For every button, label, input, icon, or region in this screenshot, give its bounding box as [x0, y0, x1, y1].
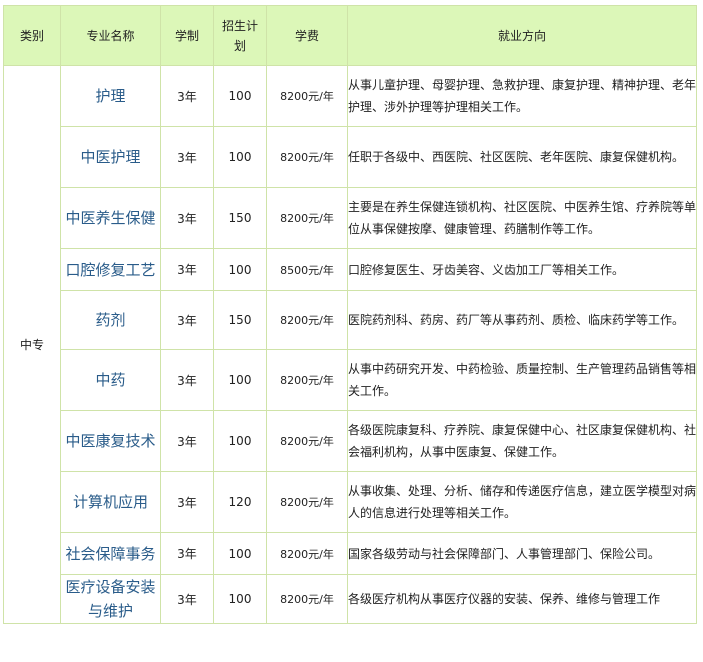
major-name: 中医护理 — [60, 126, 161, 188]
quota-cell: 100 — [213, 248, 267, 291]
duration-cell: 3年 — [160, 290, 214, 350]
header-duration: 学制 — [160, 5, 214, 66]
career-cell: 各级医疗机构从事医疗仪器的安装、保养、维修与管理工作 — [347, 574, 697, 624]
fee-cell: 8200元/年 — [266, 471, 348, 533]
duration-cell: 3年 — [160, 65, 214, 127]
duration-cell: 3年 — [160, 410, 214, 472]
quota-cell: 100 — [213, 65, 267, 127]
table-row: 社会保障事务 3年 100 8200元/年 国家各级劳动与社会保障部门、人事管理… — [4, 532, 697, 575]
major-name: 中医养生保健 — [60, 187, 161, 249]
duration-cell: 3年 — [160, 532, 214, 575]
quota-cell: 100 — [213, 349, 267, 411]
quota-cell: 150 — [213, 290, 267, 350]
career-cell: 国家各级劳动与社会保障部门、人事管理部门、保险公司。 — [347, 532, 697, 575]
quota-cell: 150 — [213, 187, 267, 249]
table-row: 中药 3年 100 8200元/年 从事中药研究开发、中药检验、质量控制、生产管… — [4, 349, 697, 411]
major-name: 护理 — [60, 65, 161, 127]
career-cell: 主要是在养生保健连锁机构、社区医院、中医养生馆、疗养院等单位从事保健按摩、健康管… — [347, 187, 697, 249]
major-name: 计算机应用 — [60, 471, 161, 533]
major-name: 中药 — [60, 349, 161, 411]
quota-cell: 120 — [213, 471, 267, 533]
duration-cell: 3年 — [160, 574, 214, 624]
header-quota-label: 招生计划 — [222, 18, 259, 53]
fee-cell: 8200元/年 — [266, 187, 348, 249]
career-cell: 从事儿童护理、母婴护理、急救护理、康复护理、精神护理、老年护理、涉外护理等护理相… — [347, 65, 697, 127]
table-row: 药剂 3年 150 8200元/年 医院药剂科、药房、药厂等从事药剂、质检、临床… — [4, 290, 697, 350]
header-quota: 招生计划 — [213, 5, 267, 66]
table-row: 中专 护理 3年 100 8200元/年 从事儿童护理、母婴护理、急救护理、康复… — [3, 65, 697, 624]
quota-cell: 100 — [213, 126, 267, 188]
career-cell: 从事中药研究开发、中药检验、质量控制、生产管理药品销售等相关工作。 — [347, 349, 697, 411]
major-name: 口腔修复工艺 — [60, 248, 161, 291]
career-cell: 从事收集、处理、分析、储存和传递医疗信息，建立医学模型对病人的信息进行处理等相关… — [347, 471, 697, 533]
major-name: 社会保障事务 — [60, 532, 161, 575]
duration-cell: 3年 — [160, 471, 214, 533]
career-cell: 任职于各级中、西医院、社区医院、老年医院、康复保健机构。 — [347, 126, 697, 188]
quota-cell: 100 — [213, 410, 267, 472]
header-category: 类别 — [3, 5, 61, 66]
table-row: 医疗设备安装与维护 3年 100 8200元/年 各级医疗机构从事医疗仪器的安装… — [4, 574, 697, 624]
category-cell: 中专 — [3, 65, 61, 624]
fee-cell: 8200元/年 — [266, 290, 348, 350]
duration-cell: 3年 — [160, 349, 214, 411]
major-name: 药剂 — [60, 290, 161, 350]
duration-cell: 3年 — [160, 126, 214, 188]
duration-cell: 3年 — [160, 248, 214, 291]
fee-cell: 8200元/年 — [266, 65, 348, 127]
career-cell: 口腔修复医生、牙齿美容、义齿加工厂等相关工作。 — [347, 248, 697, 291]
fee-cell: 8200元/年 — [266, 410, 348, 472]
career-cell: 各级医院康复科、疗养院、康复保健中心、社区康复保健机构、社会福利机构，从事中医康… — [347, 410, 697, 472]
table-row: 中医康复技术 3年 100 8200元/年 各级医院康复科、疗养院、康复保健中心… — [4, 410, 697, 472]
fee-cell: 8200元/年 — [266, 532, 348, 575]
quota-cell: 100 — [213, 574, 267, 624]
career-cell: 医院药剂科、药房、药厂等从事药剂、质检、临床药学等工作。 — [347, 290, 697, 350]
table-row: 中医护理 3年 100 8200元/年 任职于各级中、西医院、社区医院、老年医院… — [4, 126, 697, 188]
table-row: 计算机应用 3年 120 8200元/年 从事收集、处理、分析、储存和传递医疗信… — [4, 471, 697, 533]
major-name: 中医康复技术 — [60, 410, 161, 472]
fee-cell: 8200元/年 — [266, 349, 348, 411]
duration-cell: 3年 — [160, 187, 214, 249]
fee-cell: 8500元/年 — [266, 248, 348, 291]
major-name: 医疗设备安装与维护 — [60, 574, 161, 624]
table-row: 口腔修复工艺 3年 100 8500元/年 口腔修复医生、牙齿美容、义齿加工厂等… — [4, 248, 697, 291]
fee-cell: 8200元/年 — [266, 126, 348, 188]
header-fee: 学费 — [266, 5, 348, 66]
header-career: 就业方向 — [347, 5, 697, 66]
table-header-row: 类别 专业名称 学制 招生计划 学费 就业方向 — [3, 5, 697, 66]
quota-cell: 100 — [213, 532, 267, 575]
fee-cell: 8200元/年 — [266, 574, 348, 624]
header-major: 专业名称 — [60, 5, 161, 66]
table-row: 中医养生保健 3年 150 8200元/年 主要是在养生保健连锁机构、社区医院、… — [4, 187, 697, 249]
majors-table: 类别 专业名称 学制 招生计划 学费 就业方向 中专 护理 3年 100 820… — [3, 5, 697, 624]
